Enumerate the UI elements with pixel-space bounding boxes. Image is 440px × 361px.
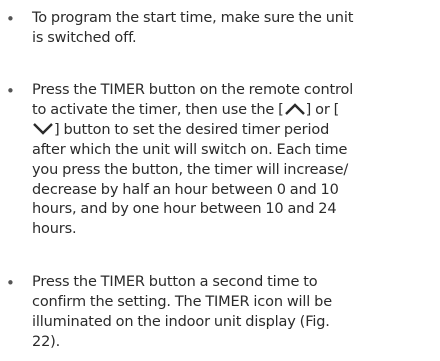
- down-arrow-icon: [32, 122, 54, 136]
- text-line: hours, and by one hour between 10 and 24: [32, 201, 337, 218]
- text-line: Press the TIMER button on the remote con…: [32, 82, 354, 98]
- list-item-text: Press the TIMER button a second time to …: [32, 273, 437, 353]
- bullet: •: [6, 274, 15, 292]
- text-line: 22).: [32, 333, 61, 350]
- list-item-text: Press the TIMER button on the remote con…: [32, 81, 437, 240]
- instruction-list: • To program the start time, make sure t…: [0, 0, 440, 361]
- bullet: •: [6, 82, 15, 100]
- text-line: to activate the timer, then use the [] o…: [32, 101, 340, 118]
- text-line: Press the TIMER button a second time to: [32, 274, 318, 290]
- text-line: To program the start time, make sure the…: [32, 10, 354, 26]
- text-line: decrease by half an hour between 0 and 1…: [32, 181, 339, 198]
- text-line: confirm the setting. The TIMER icon will…: [32, 293, 332, 310]
- up-arrow-icon: [284, 102, 306, 116]
- text-line: after which the unit will switch on. Eac…: [32, 141, 348, 158]
- text-line: you press the button, the timer will inc…: [32, 161, 349, 178]
- text-line: is switched off.: [32, 29, 137, 46]
- list-item-text: To program the start time, make sure the…: [32, 9, 437, 49]
- text-line: illuminated on the indoor unit display (…: [32, 313, 330, 330]
- text-line: hours.: [32, 221, 77, 238]
- bullet: •: [6, 10, 15, 28]
- text-line: ] button to set the desired timer period: [32, 121, 437, 141]
